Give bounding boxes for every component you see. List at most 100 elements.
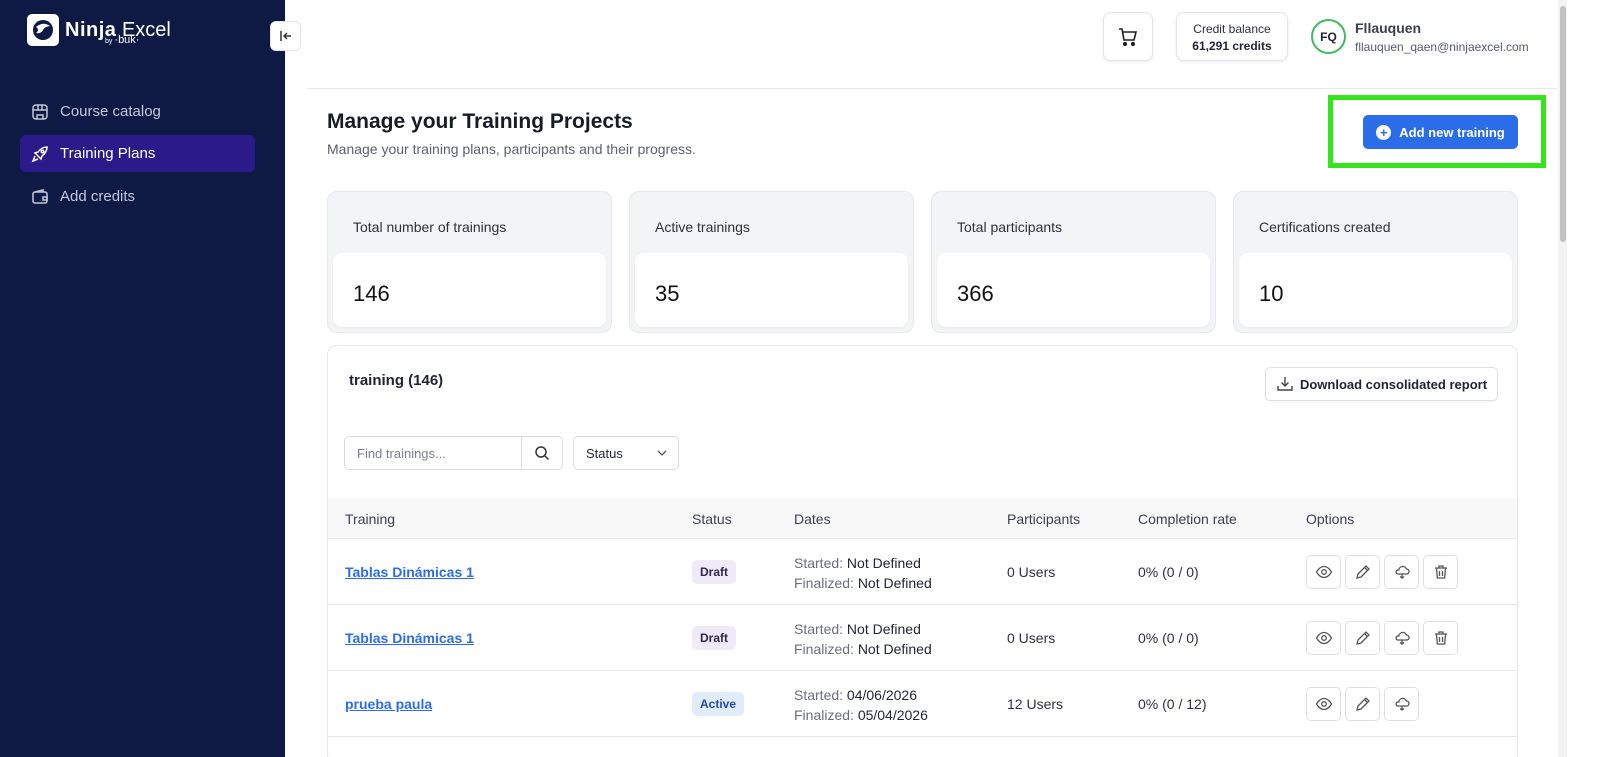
training-dates: Started: Not Defined Finalized: Not Defi…: [794, 621, 932, 657]
chevron-down-icon: [657, 450, 667, 456]
user-email: fllauquen_qaen@ninjaexcel.com: [1355, 40, 1529, 54]
sidebar-item-add-credits[interactable]: Add credits: [20, 178, 255, 215]
completion-rate: 0% (0 / 12): [1138, 696, 1207, 712]
edit-button[interactable]: [1345, 621, 1380, 655]
eye-icon: [1315, 697, 1332, 711]
table-row: prueba paula Active Started: 04/06/2026 …: [328, 671, 1517, 737]
status-filter-label: Status: [586, 445, 623, 461]
download-icon: [1277, 377, 1293, 391]
rocket-icon: [31, 145, 48, 162]
download-report-label: Download consolidated report: [1299, 376, 1488, 392]
sidebar-item-course-catalog[interactable]: Course catalog: [20, 93, 255, 130]
participants-count: 0 Users: [1007, 564, 1056, 580]
collapse-left-icon: [279, 31, 291, 41]
publish-button[interactable]: [1384, 621, 1419, 655]
completion-rate: 0% (0 / 0): [1138, 630, 1199, 646]
publish-button[interactable]: [1384, 687, 1419, 721]
stat-value: 35: [655, 281, 680, 306]
sidebar: Ninja Excel by ·buk· Course catalog Train…: [0, 0, 285, 757]
column-header-participants[interactable]: Participants: [1007, 511, 1080, 527]
publish-button[interactable]: [1384, 555, 1419, 589]
participants-count: 12 Users: [1007, 696, 1064, 712]
edit-button[interactable]: [1345, 555, 1380, 589]
search-box: [344, 436, 563, 470]
download-report-button[interactable]: Download consolidated report: [1265, 367, 1498, 401]
credit-balance-value: 61,291 credits: [1192, 39, 1272, 53]
view-button[interactable]: [1306, 555, 1341, 589]
stat-value: 366: [957, 281, 994, 306]
brand-logo[interactable]: Ninja Excel: [27, 14, 171, 46]
page-subtitle: Manage your training plans, participants…: [327, 141, 696, 157]
stat-value: 146: [353, 281, 390, 306]
sidebar-item-training-plans[interactable]: Training Plans: [20, 135, 255, 172]
training-link[interactable]: Tablas Dinámicas 1: [345, 630, 474, 646]
cart-button[interactable]: [1103, 12, 1153, 61]
add-new-training-label: Add new training: [1399, 124, 1505, 140]
scrollbar-thumb[interactable]: [1560, 6, 1566, 242]
table-row: Tablas Dinámicas 1 Draft Started: Not De…: [328, 605, 1517, 671]
plus-circle-icon: +: [1376, 124, 1392, 140]
status-badge: Draft: [692, 626, 737, 650]
trainings-panel: training (146) Download consolidated rep…: [327, 345, 1518, 757]
stat-card-active-trainings: Active trainings 35: [629, 191, 914, 333]
status-filter-select[interactable]: Status: [573, 436, 679, 470]
trash-icon: [1434, 631, 1447, 645]
sidebar-item-label: Add credits: [60, 188, 136, 205]
user-name: Fllauquen: [1355, 20, 1422, 36]
cart-icon: [1119, 27, 1138, 46]
stat-label: Total participants: [957, 219, 1063, 235]
pencil-icon: [1355, 697, 1370, 711]
eye-icon: [1315, 631, 1332, 645]
view-button[interactable]: [1306, 621, 1341, 655]
search-input[interactable]: [345, 437, 521, 469]
stat-card-total-participants: Total participants 366: [931, 191, 1216, 333]
page-title: Manage your Training Projects: [327, 110, 633, 133]
stat-label: Certifications created: [1259, 219, 1391, 235]
ninja-logo-icon: [27, 14, 59, 46]
cloud-icon: [1394, 565, 1410, 579]
column-header-completion-rate[interactable]: Completion rate: [1138, 511, 1237, 527]
avatar[interactable]: FQ: [1311, 19, 1346, 54]
delete-button[interactable]: [1423, 555, 1458, 589]
brand-by-label: by ·buk·: [105, 34, 140, 46]
stat-label: Total number of trainings: [353, 219, 507, 235]
stat-label: Active trainings: [655, 219, 750, 235]
view-button[interactable]: [1306, 687, 1341, 721]
training-link[interactable]: Tablas Dinámicas 1: [345, 564, 474, 580]
eye-icon: [1315, 565, 1332, 579]
cloud-icon: [1394, 631, 1410, 645]
status-badge: Draft: [692, 560, 737, 584]
completion-rate: 0% (0 / 0): [1138, 564, 1199, 580]
search-button[interactable]: [521, 437, 562, 469]
row-options: [1306, 687, 1423, 721]
credit-balance: Credit balance 61,291 credits: [1176, 12, 1288, 61]
wallet-icon: [32, 188, 48, 204]
training-link[interactable]: prueba paula: [345, 696, 432, 712]
row-options: [1306, 555, 1462, 589]
edit-button[interactable]: [1345, 687, 1380, 721]
sidebar-item-label: Course catalog: [60, 103, 161, 120]
collapse-sidebar-button[interactable]: [270, 21, 301, 51]
pencil-icon: [1355, 565, 1370, 579]
training-dates: Started: 04/06/2026 Finalized: 05/04/202…: [794, 687, 928, 723]
column-header-dates[interactable]: Dates: [794, 511, 831, 527]
status-badge: Active: [692, 692, 745, 716]
cloud-icon: [1394, 697, 1410, 711]
search-icon: [535, 446, 550, 461]
row-options: [1306, 621, 1462, 655]
column-header-options: Options: [1306, 511, 1355, 527]
column-header-status[interactable]: Status: [692, 511, 732, 527]
column-header-training[interactable]: Training: [345, 511, 395, 527]
add-new-training-button[interactable]: + Add new training: [1363, 115, 1518, 149]
participants-count: 0 Users: [1007, 630, 1056, 646]
header-divider: [307, 88, 1557, 89]
stat-card-total-trainings: Total number of trainings 146: [327, 191, 612, 333]
sidebar-item-label: Training Plans: [60, 145, 156, 162]
stat-card-certifications: Certifications created 10: [1233, 191, 1518, 333]
table-header: Training Status Dates Participants Compl…: [328, 498, 1517, 539]
credit-balance-label: Credit balance: [1193, 22, 1271, 36]
trash-icon: [1434, 565, 1447, 579]
delete-button[interactable]: [1423, 621, 1458, 655]
training-dates: Started: Not Defined Finalized: Not Defi…: [794, 555, 932, 591]
stat-value: 10: [1259, 281, 1284, 306]
